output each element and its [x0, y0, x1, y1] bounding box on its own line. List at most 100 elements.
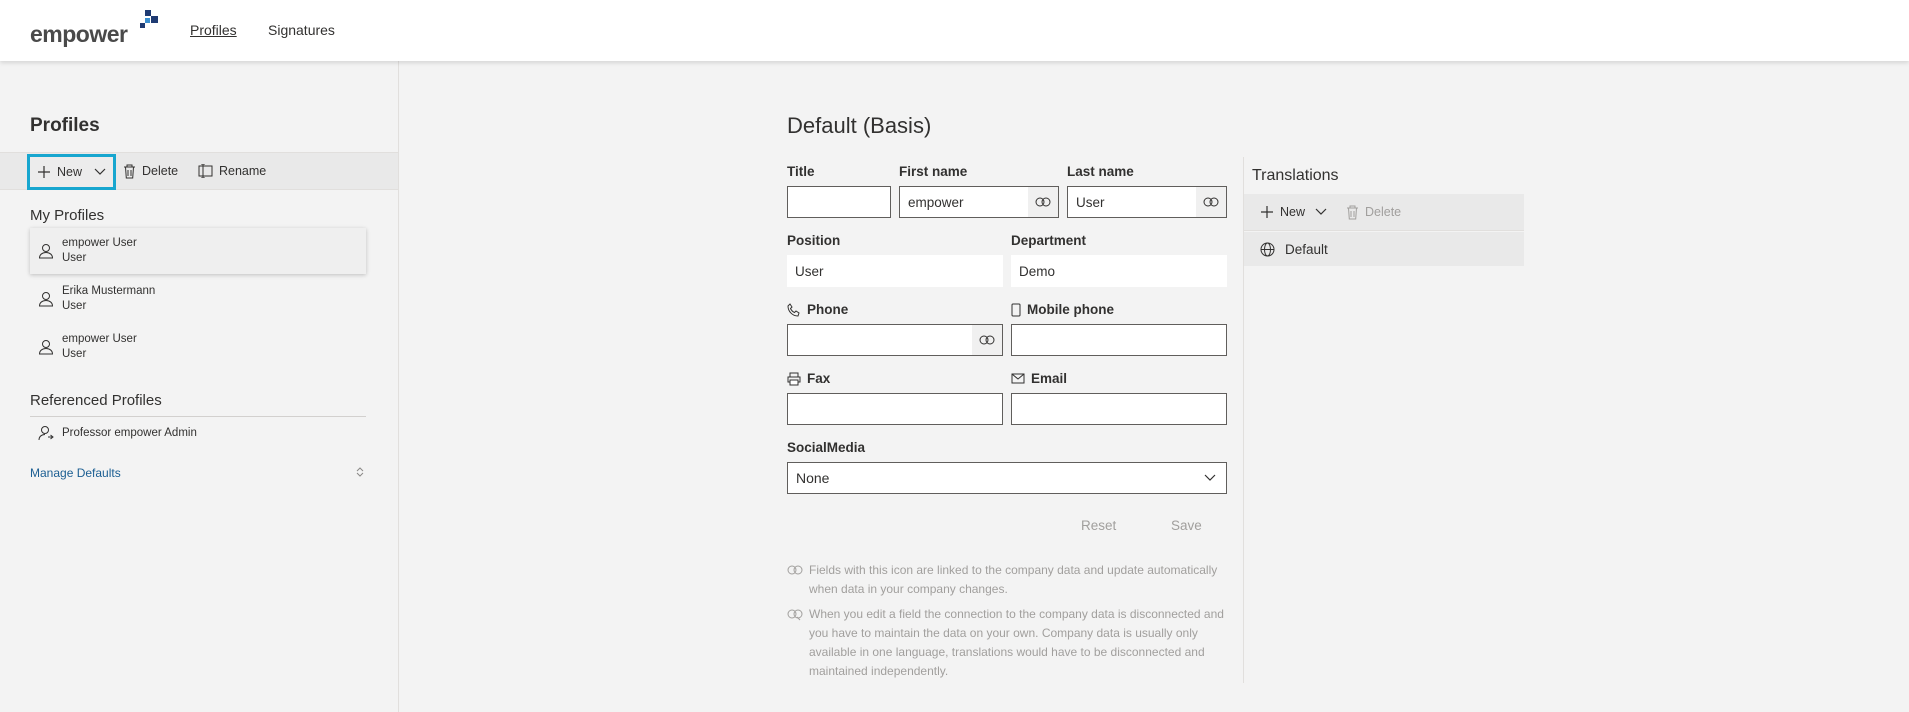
new-label: New [57, 165, 83, 179]
globe-icon [1260, 242, 1275, 256]
new-profile-button[interactable]: New [27, 154, 116, 190]
divider [30, 416, 366, 417]
chevron-down-icon [94, 168, 106, 175]
email-input[interactable] [1020, 401, 1226, 417]
translation-item-default[interactable]: Default [1244, 232, 1524, 266]
unlinked-fields-hint: When you edit a field the connection to … [787, 605, 1227, 681]
department-input[interactable] [1019, 263, 1227, 279]
profile-role: User [62, 252, 87, 264]
mobile-phone-label: Mobile phone [1011, 302, 1114, 317]
translations-command-bar: New Delete [1244, 194, 1524, 231]
profile-title: Default (Basis) [787, 113, 932, 138]
phone-field[interactable] [787, 324, 1003, 356]
fax-label: Fax [787, 371, 830, 386]
delete-profile-button[interactable]: Delete [123, 153, 178, 189]
mail-icon [1011, 373, 1025, 384]
logo-mark-icon [140, 10, 158, 28]
social-media-dropdown[interactable]: None [787, 462, 1227, 494]
chevron-down-icon [1204, 474, 1216, 481]
phone-label-text: Phone [807, 302, 849, 317]
delete-label: Delete [1365, 205, 1402, 219]
link-icon [979, 335, 995, 345]
person-icon [38, 292, 54, 307]
profile-list-item[interactable]: Erika Mustermann User [30, 276, 366, 322]
last-name-field[interactable] [1067, 186, 1227, 218]
first-name-field[interactable] [899, 186, 1059, 218]
delete-translation-button[interactable]: Delete [1346, 194, 1401, 230]
chevron-down-icon [1315, 208, 1327, 215]
position-field[interactable] [787, 255, 1003, 287]
social-media-selected: None [796, 470, 830, 486]
trash-icon [124, 164, 135, 178]
reset-button[interactable]: Reset [1081, 518, 1116, 533]
translations-panel: Translations New Delete Default [1243, 157, 1524, 683]
phone-label: Phone [787, 302, 848, 317]
profiles-command-bar: New Delete Rename [0, 152, 398, 190]
title-label: Title [787, 164, 815, 179]
linked-fields-hint: Fields with this icon are linked to the … [787, 561, 1227, 599]
profile-list-item[interactable]: empower User User [30, 324, 366, 370]
new-label: New [1280, 205, 1306, 219]
fax-field[interactable] [787, 393, 1003, 425]
link-icon [1035, 197, 1051, 207]
mobile-label-text: Mobile phone [1027, 302, 1114, 317]
company-link-button[interactable] [972, 325, 1002, 355]
new-translation-button[interactable]: New [1260, 194, 1327, 230]
email-field[interactable] [1011, 393, 1227, 425]
profile-role: User [62, 348, 87, 360]
profile-role: User [62, 300, 87, 312]
profile-list-item[interactable]: empower User User [30, 228, 366, 274]
fax-label-text: Fax [807, 371, 831, 386]
last-name-label: Last name [1067, 164, 1134, 179]
plus-icon [1261, 206, 1273, 218]
profile-name: Professor empower Admin [62, 426, 197, 439]
empower-logo[interactable]: empower [30, 10, 158, 47]
department-label: Department [1011, 233, 1087, 248]
social-media-label: SocialMedia [787, 440, 866, 455]
referenced-profile-item[interactable]: Professor empower Admin [30, 418, 366, 448]
person-link-icon [38, 426, 54, 441]
nav-signatures[interactable]: Signatures [268, 22, 335, 38]
person-icon [38, 244, 54, 259]
position-input[interactable] [795, 263, 1003, 279]
mobile-phone-input[interactable] [1020, 332, 1226, 348]
title-input[interactable] [796, 194, 890, 210]
position-label: Position [787, 233, 841, 248]
profile-name: Erika Mustermann [62, 285, 156, 297]
my-profiles-heading: My Profiles [30, 207, 105, 224]
link-icon [787, 565, 803, 575]
rename-label: Rename [219, 164, 267, 178]
phone-icon [787, 302, 800, 317]
department-field[interactable] [1011, 255, 1227, 287]
rename-profile-button[interactable]: Rename [198, 153, 266, 189]
hint-text: When you edit a field the connection to … [809, 607, 1224, 678]
link-icon [1203, 197, 1219, 207]
translation-label: Default [1285, 241, 1328, 257]
unlink-icon [787, 609, 803, 621]
translations-heading: Translations [1252, 167, 1339, 184]
person-icon [38, 340, 54, 355]
delete-label: Delete [142, 164, 179, 178]
company-link-button[interactable] [1196, 187, 1226, 217]
referenced-profiles-heading: Referenced Profiles [30, 392, 162, 409]
nav-profiles[interactable]: Profiles [190, 22, 237, 38]
printer-icon [787, 372, 801, 385]
mobile-phone-icon [1011, 303, 1021, 316]
manage-defaults-link[interactable]: Manage Defaults [30, 466, 121, 480]
title-field[interactable] [787, 186, 891, 218]
email-label-text: Email [1031, 371, 1068, 386]
fax-input[interactable] [796, 401, 1002, 417]
plus-icon [38, 166, 50, 178]
sort-icon[interactable] [356, 466, 364, 478]
mobile-phone-field[interactable] [1011, 324, 1227, 356]
trash-icon [1347, 205, 1358, 219]
company-link-button[interactable] [1028, 187, 1058, 217]
profile-name: empower User [62, 237, 137, 249]
logo-text: empower [30, 21, 128, 47]
first-name-label: First name [899, 164, 968, 179]
sidebar-title: Profiles [30, 115, 100, 136]
profile-name: empower User [62, 333, 137, 345]
top-bar: empower Profiles Signatures [0, 0, 1909, 61]
save-button[interactable]: Save [1171, 518, 1202, 533]
hint-text: Fields with this icon are linked to the … [809, 563, 1218, 596]
